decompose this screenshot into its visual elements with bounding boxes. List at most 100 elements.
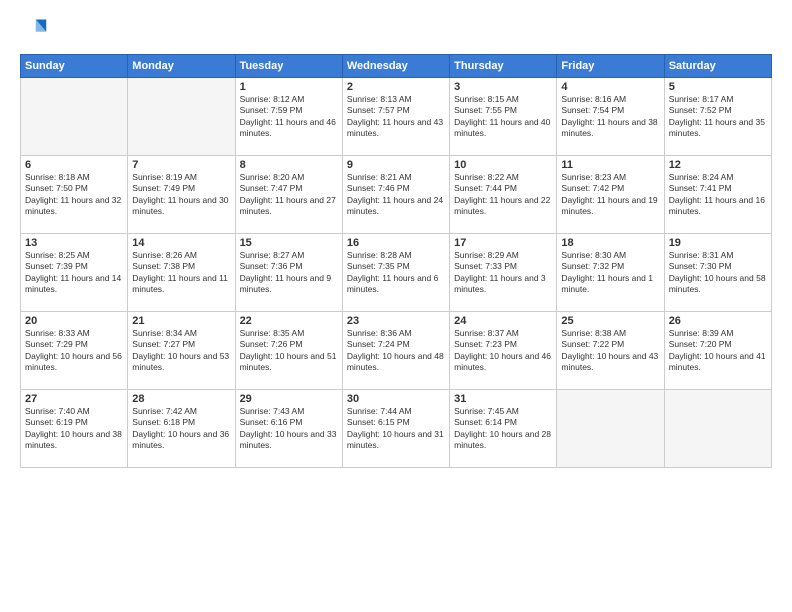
cell-info: Sunrise: 8:15 AMSunset: 7:55 PMDaylight:… (454, 94, 552, 140)
cell-info: Sunrise: 7:45 AMSunset: 6:14 PMDaylight:… (454, 406, 552, 452)
day-number: 25 (561, 315, 659, 327)
weekday-header-row: SundayMondayTuesdayWednesdayThursdayFrid… (21, 55, 772, 78)
calendar-cell: 28Sunrise: 7:42 AMSunset: 6:18 PMDayligh… (128, 390, 235, 468)
weekday-header-wednesday: Wednesday (342, 55, 449, 78)
calendar-cell: 20Sunrise: 8:33 AMSunset: 7:29 PMDayligh… (21, 312, 128, 390)
calendar-cell: 16Sunrise: 8:28 AMSunset: 7:35 PMDayligh… (342, 234, 449, 312)
calendar-week-5: 27Sunrise: 7:40 AMSunset: 6:19 PMDayligh… (21, 390, 772, 468)
cell-info: Sunrise: 8:16 AMSunset: 7:54 PMDaylight:… (561, 94, 659, 140)
calendar-cell: 13Sunrise: 8:25 AMSunset: 7:39 PMDayligh… (21, 234, 128, 312)
cell-info: Sunrise: 8:31 AMSunset: 7:30 PMDaylight:… (669, 250, 767, 296)
calendar-cell: 12Sunrise: 8:24 AMSunset: 7:41 PMDayligh… (664, 156, 771, 234)
page: SundayMondayTuesdayWednesdayThursdayFrid… (0, 0, 792, 612)
calendar-cell (21, 78, 128, 156)
calendar-cell: 11Sunrise: 8:23 AMSunset: 7:42 PMDayligh… (557, 156, 664, 234)
logo (20, 16, 52, 44)
day-number: 23 (347, 315, 445, 327)
calendar-cell: 7Sunrise: 8:19 AMSunset: 7:49 PMDaylight… (128, 156, 235, 234)
day-number: 26 (669, 315, 767, 327)
calendar-cell: 19Sunrise: 8:31 AMSunset: 7:30 PMDayligh… (664, 234, 771, 312)
logo-icon (20, 16, 48, 44)
weekday-header-sunday: Sunday (21, 55, 128, 78)
weekday-header-saturday: Saturday (664, 55, 771, 78)
day-number: 1 (240, 81, 338, 93)
header (20, 16, 772, 44)
cell-info: Sunrise: 8:13 AMSunset: 7:57 PMDaylight:… (347, 94, 445, 140)
cell-info: Sunrise: 8:22 AMSunset: 7:44 PMDaylight:… (454, 172, 552, 218)
cell-info: Sunrise: 8:26 AMSunset: 7:38 PMDaylight:… (132, 250, 230, 296)
calendar-cell: 9Sunrise: 8:21 AMSunset: 7:46 PMDaylight… (342, 156, 449, 234)
day-number: 22 (240, 315, 338, 327)
day-number: 19 (669, 237, 767, 249)
calendar-cell (664, 390, 771, 468)
calendar-cell: 4Sunrise: 8:16 AMSunset: 7:54 PMDaylight… (557, 78, 664, 156)
calendar-cell: 31Sunrise: 7:45 AMSunset: 6:14 PMDayligh… (450, 390, 557, 468)
cell-info: Sunrise: 8:18 AMSunset: 7:50 PMDaylight:… (25, 172, 123, 218)
cell-info: Sunrise: 7:44 AMSunset: 6:15 PMDaylight:… (347, 406, 445, 452)
calendar-week-2: 6Sunrise: 8:18 AMSunset: 7:50 PMDaylight… (21, 156, 772, 234)
weekday-header-friday: Friday (557, 55, 664, 78)
weekday-header-monday: Monday (128, 55, 235, 78)
day-number: 31 (454, 393, 552, 405)
calendar-cell: 25Sunrise: 8:38 AMSunset: 7:22 PMDayligh… (557, 312, 664, 390)
cell-info: Sunrise: 8:28 AMSunset: 7:35 PMDaylight:… (347, 250, 445, 296)
calendar-week-3: 13Sunrise: 8:25 AMSunset: 7:39 PMDayligh… (21, 234, 772, 312)
cell-info: Sunrise: 8:30 AMSunset: 7:32 PMDaylight:… (561, 250, 659, 296)
day-number: 20 (25, 315, 123, 327)
day-number: 29 (240, 393, 338, 405)
day-number: 16 (347, 237, 445, 249)
calendar-cell: 27Sunrise: 7:40 AMSunset: 6:19 PMDayligh… (21, 390, 128, 468)
cell-info: Sunrise: 8:37 AMSunset: 7:23 PMDaylight:… (454, 328, 552, 374)
day-number: 5 (669, 81, 767, 93)
calendar-cell: 17Sunrise: 8:29 AMSunset: 7:33 PMDayligh… (450, 234, 557, 312)
cell-info: Sunrise: 8:23 AMSunset: 7:42 PMDaylight:… (561, 172, 659, 218)
calendar-table: SundayMondayTuesdayWednesdayThursdayFrid… (20, 54, 772, 468)
calendar-cell (557, 390, 664, 468)
cell-info: Sunrise: 8:12 AMSunset: 7:59 PMDaylight:… (240, 94, 338, 140)
day-number: 27 (25, 393, 123, 405)
calendar-week-4: 20Sunrise: 8:33 AMSunset: 7:29 PMDayligh… (21, 312, 772, 390)
calendar-cell: 26Sunrise: 8:39 AMSunset: 7:20 PMDayligh… (664, 312, 771, 390)
day-number: 4 (561, 81, 659, 93)
calendar-week-1: 1Sunrise: 8:12 AMSunset: 7:59 PMDaylight… (21, 78, 772, 156)
day-number: 14 (132, 237, 230, 249)
day-number: 7 (132, 159, 230, 171)
cell-info: Sunrise: 8:38 AMSunset: 7:22 PMDaylight:… (561, 328, 659, 374)
day-number: 21 (132, 315, 230, 327)
calendar-cell: 23Sunrise: 8:36 AMSunset: 7:24 PMDayligh… (342, 312, 449, 390)
calendar-cell: 1Sunrise: 8:12 AMSunset: 7:59 PMDaylight… (235, 78, 342, 156)
day-number: 30 (347, 393, 445, 405)
cell-info: Sunrise: 8:35 AMSunset: 7:26 PMDaylight:… (240, 328, 338, 374)
calendar-cell: 14Sunrise: 8:26 AMSunset: 7:38 PMDayligh… (128, 234, 235, 312)
calendar-cell: 15Sunrise: 8:27 AMSunset: 7:36 PMDayligh… (235, 234, 342, 312)
day-number: 2 (347, 81, 445, 93)
day-number: 28 (132, 393, 230, 405)
cell-info: Sunrise: 8:19 AMSunset: 7:49 PMDaylight:… (132, 172, 230, 218)
day-number: 3 (454, 81, 552, 93)
day-number: 24 (454, 315, 552, 327)
cell-info: Sunrise: 7:43 AMSunset: 6:16 PMDaylight:… (240, 406, 338, 452)
cell-info: Sunrise: 8:20 AMSunset: 7:47 PMDaylight:… (240, 172, 338, 218)
cell-info: Sunrise: 8:24 AMSunset: 7:41 PMDaylight:… (669, 172, 767, 218)
day-number: 11 (561, 159, 659, 171)
day-number: 8 (240, 159, 338, 171)
cell-info: Sunrise: 8:36 AMSunset: 7:24 PMDaylight:… (347, 328, 445, 374)
cell-info: Sunrise: 8:34 AMSunset: 7:27 PMDaylight:… (132, 328, 230, 374)
weekday-header-thursday: Thursday (450, 55, 557, 78)
calendar-cell: 29Sunrise: 7:43 AMSunset: 6:16 PMDayligh… (235, 390, 342, 468)
calendar-cell: 30Sunrise: 7:44 AMSunset: 6:15 PMDayligh… (342, 390, 449, 468)
calendar-cell: 24Sunrise: 8:37 AMSunset: 7:23 PMDayligh… (450, 312, 557, 390)
day-number: 10 (454, 159, 552, 171)
calendar-cell: 5Sunrise: 8:17 AMSunset: 7:52 PMDaylight… (664, 78, 771, 156)
calendar-cell: 2Sunrise: 8:13 AMSunset: 7:57 PMDaylight… (342, 78, 449, 156)
day-number: 17 (454, 237, 552, 249)
calendar-cell: 18Sunrise: 8:30 AMSunset: 7:32 PMDayligh… (557, 234, 664, 312)
day-number: 6 (25, 159, 123, 171)
calendar-cell: 3Sunrise: 8:15 AMSunset: 7:55 PMDaylight… (450, 78, 557, 156)
cell-info: Sunrise: 8:39 AMSunset: 7:20 PMDaylight:… (669, 328, 767, 374)
cell-info: Sunrise: 8:25 AMSunset: 7:39 PMDaylight:… (25, 250, 123, 296)
day-number: 18 (561, 237, 659, 249)
cell-info: Sunrise: 7:40 AMSunset: 6:19 PMDaylight:… (25, 406, 123, 452)
calendar-cell (128, 78, 235, 156)
cell-info: Sunrise: 8:27 AMSunset: 7:36 PMDaylight:… (240, 250, 338, 296)
